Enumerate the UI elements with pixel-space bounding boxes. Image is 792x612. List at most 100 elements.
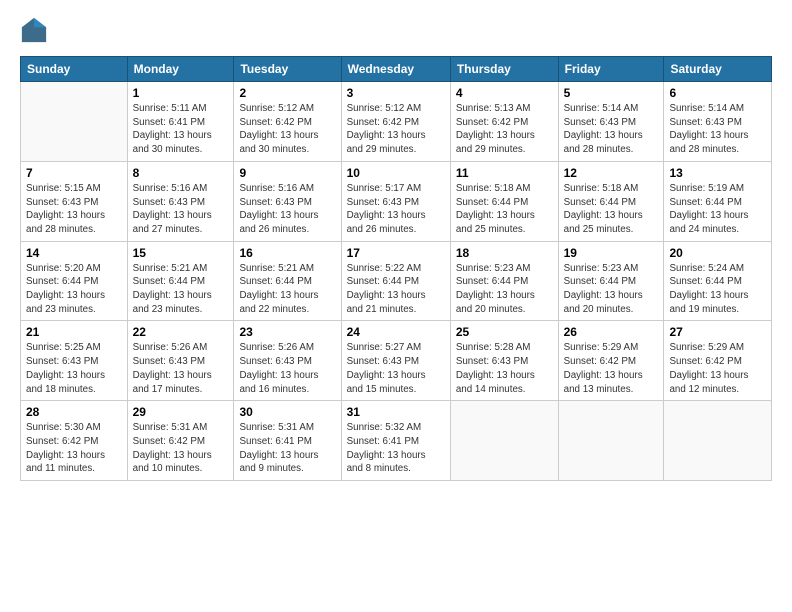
day-info: Sunrise: 5:14 AM Sunset: 6:43 PM Dayligh… — [564, 102, 659, 157]
logo — [20, 16, 52, 44]
day-info: Sunrise: 5:29 AM Sunset: 6:42 PM Dayligh… — [669, 341, 766, 396]
day-number: 27 — [669, 325, 766, 339]
week-row-2: 7 Sunrise: 5:15 AM Sunset: 6:43 PM Daylig… — [21, 161, 772, 241]
day-info: Sunrise: 5:17 AM Sunset: 6:43 PM Dayligh… — [347, 182, 445, 237]
calendar-cell — [450, 401, 558, 481]
day-info: Sunrise: 5:31 AM Sunset: 6:42 PM Dayligh… — [133, 421, 229, 476]
day-info: Sunrise: 5:15 AM Sunset: 6:43 PM Dayligh… — [26, 182, 122, 237]
day-number: 7 — [26, 166, 122, 180]
calendar-cell: 14 Sunrise: 5:20 AM Sunset: 6:44 PM Dayli… — [21, 241, 128, 321]
weekday-header-row: SundayMondayTuesdayWednesdayThursdayFrid… — [21, 57, 772, 82]
day-info: Sunrise: 5:30 AM Sunset: 6:42 PM Dayligh… — [26, 421, 122, 476]
day-number: 22 — [133, 325, 229, 339]
calendar-cell: 3 Sunrise: 5:12 AM Sunset: 6:42 PM Daylig… — [341, 82, 450, 162]
day-number: 10 — [347, 166, 445, 180]
day-number: 6 — [669, 86, 766, 100]
calendar-cell: 4Sunrise: 5:13 AM Sunset: 6:42 PM Daylig… — [450, 82, 558, 162]
calendar-cell: 15Sunrise: 5:21 AM Sunset: 6:44 PM Dayli… — [127, 241, 234, 321]
day-number: 3 — [347, 86, 445, 100]
day-number: 12 — [564, 166, 659, 180]
day-number: 18 — [456, 246, 553, 260]
calendar-cell: 29 Sunrise: 5:31 AM Sunset: 6:42 PM Dayli… — [127, 401, 234, 481]
calendar-cell: 26 Sunrise: 5:29 AM Sunset: 6:42 PM Dayli… — [558, 321, 664, 401]
weekday-header-monday: Monday — [127, 57, 234, 82]
day-info: Sunrise: 5:21 AM Sunset: 6:44 PM Dayligh… — [239, 262, 335, 317]
day-number: 28 — [26, 405, 122, 419]
calendar-cell: 18 Sunrise: 5:23 AM Sunset: 6:44 PM Dayli… — [450, 241, 558, 321]
day-info: Sunrise: 5:23 AM Sunset: 6:44 PM Dayligh… — [564, 262, 659, 317]
day-info: Sunrise: 5:26 AM Sunset: 6:43 PM Dayligh… — [133, 341, 229, 396]
day-info: Sunrise: 5:14 AM Sunset: 6:43 PM Dayligh… — [669, 102, 766, 157]
calendar-cell: 23Sunrise: 5:26 AM Sunset: 6:43 PM Dayli… — [234, 321, 341, 401]
day-number: 5 — [564, 86, 659, 100]
calendar-cell: 28 Sunrise: 5:30 AM Sunset: 6:42 PM Dayli… — [21, 401, 128, 481]
calendar-cell: 9 Sunrise: 5:16 AM Sunset: 6:43 PM Daylig… — [234, 161, 341, 241]
week-row-1: 1 Sunrise: 5:11 AM Sunset: 6:41 PM Daylig… — [21, 82, 772, 162]
day-number: 2 — [239, 86, 335, 100]
day-info: Sunrise: 5:12 AM Sunset: 6:42 PM Dayligh… — [239, 102, 335, 157]
day-info: Sunrise: 5:19 AM Sunset: 6:44 PM Dayligh… — [669, 182, 766, 237]
calendar-cell: 22 Sunrise: 5:26 AM Sunset: 6:43 PM Dayli… — [127, 321, 234, 401]
weekday-header-tuesday: Tuesday — [234, 57, 341, 82]
weekday-header-friday: Friday — [558, 57, 664, 82]
day-number: 15 — [133, 246, 229, 260]
day-number: 29 — [133, 405, 229, 419]
day-number: 9 — [239, 166, 335, 180]
day-number: 17 — [347, 246, 445, 260]
day-info: Sunrise: 5:16 AM Sunset: 6:43 PM Dayligh… — [239, 182, 335, 237]
day-number: 26 — [564, 325, 659, 339]
day-number: 20 — [669, 246, 766, 260]
day-info: Sunrise: 5:31 AM Sunset: 6:41 PM Dayligh… — [239, 421, 335, 476]
day-number: 31 — [347, 405, 445, 419]
calendar-cell — [664, 401, 772, 481]
day-number: 1 — [133, 86, 229, 100]
week-row-3: 14 Sunrise: 5:20 AM Sunset: 6:44 PM Dayli… — [21, 241, 772, 321]
day-number: 16 — [239, 246, 335, 260]
calendar-cell — [21, 82, 128, 162]
page-container: SundayMondayTuesdayWednesdayThursdayFrid… — [0, 0, 792, 491]
day-number: 14 — [26, 246, 122, 260]
calendar-cell: 13 Sunrise: 5:19 AM Sunset: 6:44 PM Dayli… — [664, 161, 772, 241]
week-row-4: 21 Sunrise: 5:25 AM Sunset: 6:43 PM Dayli… — [21, 321, 772, 401]
header — [20, 16, 772, 44]
calendar-cell: 31Sunrise: 5:32 AM Sunset: 6:41 PM Dayli… — [341, 401, 450, 481]
day-info: Sunrise: 5:23 AM Sunset: 6:44 PM Dayligh… — [456, 262, 553, 317]
day-info: Sunrise: 5:25 AM Sunset: 6:43 PM Dayligh… — [26, 341, 122, 396]
day-number: 21 — [26, 325, 122, 339]
day-number: 11 — [456, 166, 553, 180]
calendar-cell: 16 Sunrise: 5:21 AM Sunset: 6:44 PM Dayli… — [234, 241, 341, 321]
day-info: Sunrise: 5:24 AM Sunset: 6:44 PM Dayligh… — [669, 262, 766, 317]
calendar-cell: 7 Sunrise: 5:15 AM Sunset: 6:43 PM Daylig… — [21, 161, 128, 241]
day-number: 23 — [239, 325, 335, 339]
day-info: Sunrise: 5:22 AM Sunset: 6:44 PM Dayligh… — [347, 262, 445, 317]
day-info: Sunrise: 5:20 AM Sunset: 6:44 PM Dayligh… — [26, 262, 122, 317]
calendar-cell: 10 Sunrise: 5:17 AM Sunset: 6:43 PM Dayli… — [341, 161, 450, 241]
calendar-cell: 21 Sunrise: 5:25 AM Sunset: 6:43 PM Dayli… — [21, 321, 128, 401]
day-info: Sunrise: 5:11 AM Sunset: 6:41 PM Dayligh… — [133, 102, 229, 157]
day-number: 13 — [669, 166, 766, 180]
day-info: Sunrise: 5:18 AM Sunset: 6:44 PM Dayligh… — [456, 182, 553, 237]
day-number: 25 — [456, 325, 553, 339]
calendar-cell: 11 Sunrise: 5:18 AM Sunset: 6:44 PM Dayli… — [450, 161, 558, 241]
calendar-cell: 5 Sunrise: 5:14 AM Sunset: 6:43 PM Daylig… — [558, 82, 664, 162]
calendar-table: SundayMondayTuesdayWednesdayThursdayFrid… — [20, 56, 772, 481]
day-info: Sunrise: 5:16 AM Sunset: 6:43 PM Dayligh… — [133, 182, 229, 237]
day-info: Sunrise: 5:28 AM Sunset: 6:43 PM Dayligh… — [456, 341, 553, 396]
day-info: Sunrise: 5:18 AM Sunset: 6:44 PM Dayligh… — [564, 182, 659, 237]
calendar-cell: 30Sunrise: 5:31 AM Sunset: 6:41 PM Dayli… — [234, 401, 341, 481]
day-info: Sunrise: 5:12 AM Sunset: 6:42 PM Dayligh… — [347, 102, 445, 157]
calendar-cell: 1 Sunrise: 5:11 AM Sunset: 6:41 PM Daylig… — [127, 82, 234, 162]
weekday-header-saturday: Saturday — [664, 57, 772, 82]
calendar-cell: 12 Sunrise: 5:18 AM Sunset: 6:44 PM Dayli… — [558, 161, 664, 241]
day-info: Sunrise: 5:27 AM Sunset: 6:43 PM Dayligh… — [347, 341, 445, 396]
calendar-cell: 20 Sunrise: 5:24 AM Sunset: 6:44 PM Dayli… — [664, 241, 772, 321]
weekday-header-wednesday: Wednesday — [341, 57, 450, 82]
calendar-cell: 25 Sunrise: 5:28 AM Sunset: 6:43 PM Dayli… — [450, 321, 558, 401]
calendar-cell: 27 Sunrise: 5:29 AM Sunset: 6:42 PM Dayli… — [664, 321, 772, 401]
week-row-5: 28 Sunrise: 5:30 AM Sunset: 6:42 PM Dayli… — [21, 401, 772, 481]
calendar-cell: 2 Sunrise: 5:12 AM Sunset: 6:42 PM Daylig… — [234, 82, 341, 162]
day-info: Sunrise: 5:29 AM Sunset: 6:42 PM Dayligh… — [564, 341, 659, 396]
calendar-cell: 6 Sunrise: 5:14 AM Sunset: 6:43 PM Daylig… — [664, 82, 772, 162]
calendar-cell — [558, 401, 664, 481]
day-number: 24 — [347, 325, 445, 339]
